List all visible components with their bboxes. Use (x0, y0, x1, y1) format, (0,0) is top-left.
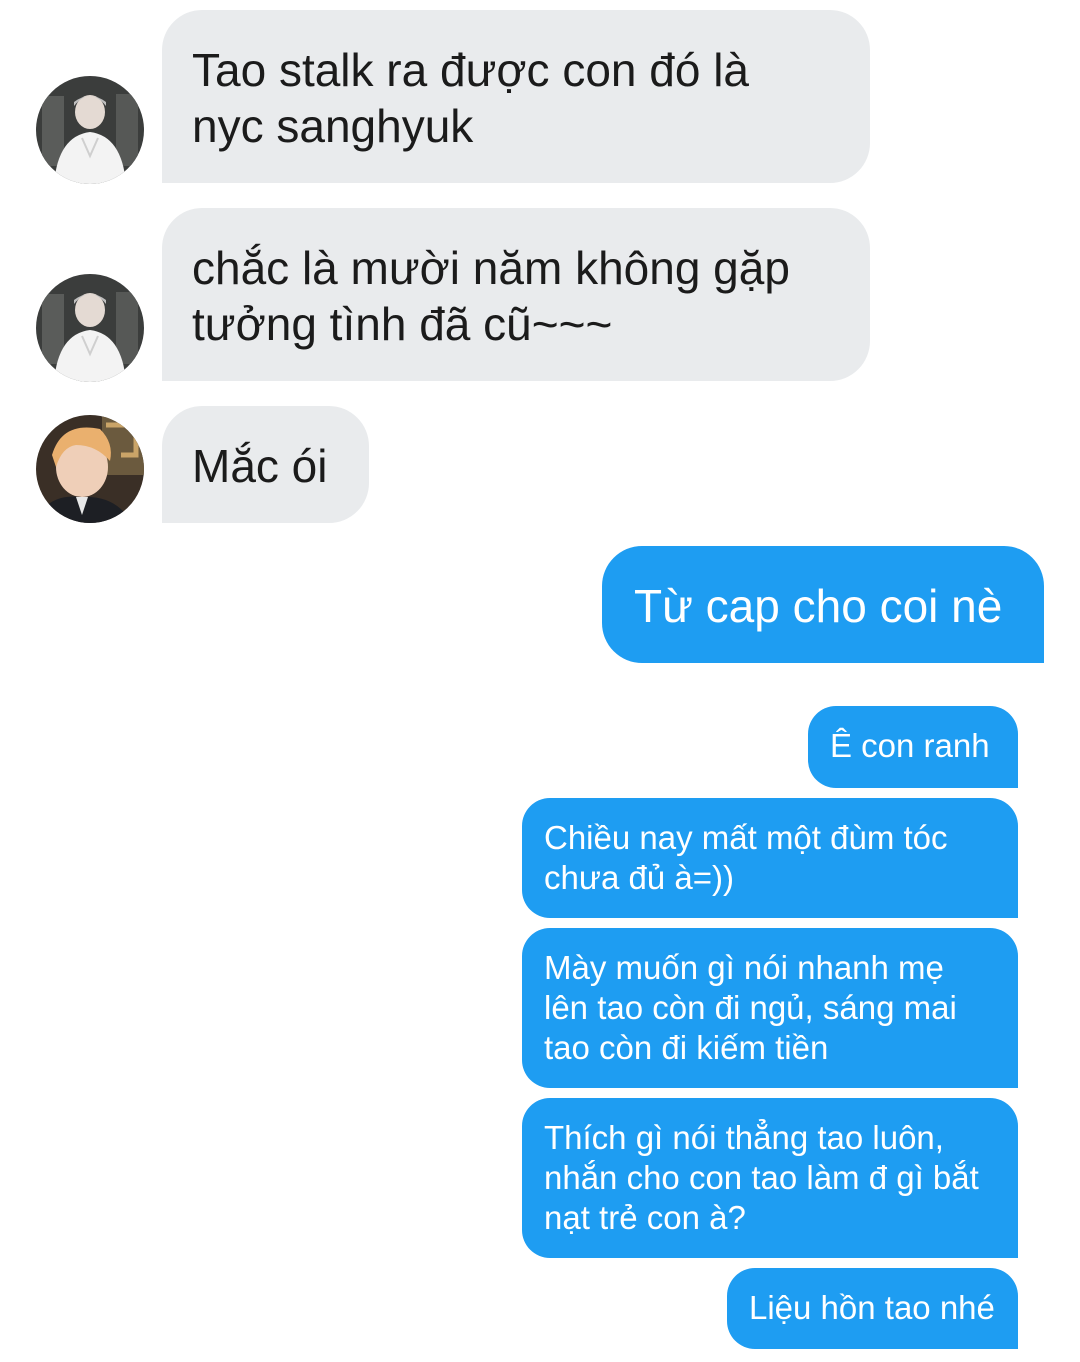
message-bubble-outgoing[interactable]: Ê con ranh (808, 706, 1018, 788)
message-bubble-outgoing[interactable]: Liệu hồn tao nhé (727, 1268, 1018, 1349)
message-bubble-outgoing[interactable]: Mày muốn gì nói nhanh mẹ lên tao còn đi … (522, 928, 1018, 1088)
contact-a-avatar[interactable] (36, 76, 144, 184)
message-bubble-outgoing[interactable]: Chiều nay mất một đùm tóc chưa đủ à=)) (522, 798, 1018, 918)
contact-b-avatar[interactable] (36, 415, 144, 523)
contact-a-avatar[interactable] (36, 274, 144, 382)
contact-a-photo (36, 76, 144, 184)
message-bubble-incoming[interactable]: chắc là mười năm không gặp tưởng tình đã… (162, 208, 870, 381)
contact-b-photo (36, 415, 144, 523)
contact-a-photo (36, 274, 144, 382)
message-bubble-incoming[interactable]: Tao stalk ra được con đó là nyc sanghyuk (162, 10, 870, 183)
message-bubble-incoming[interactable]: Mắc ói (162, 406, 369, 523)
message-bubble-outgoing[interactable]: Từ cap cho coi nè (602, 546, 1044, 663)
message-bubble-outgoing[interactable]: Thích gì nói thẳng tao luôn, nhắn cho co… (522, 1098, 1018, 1258)
